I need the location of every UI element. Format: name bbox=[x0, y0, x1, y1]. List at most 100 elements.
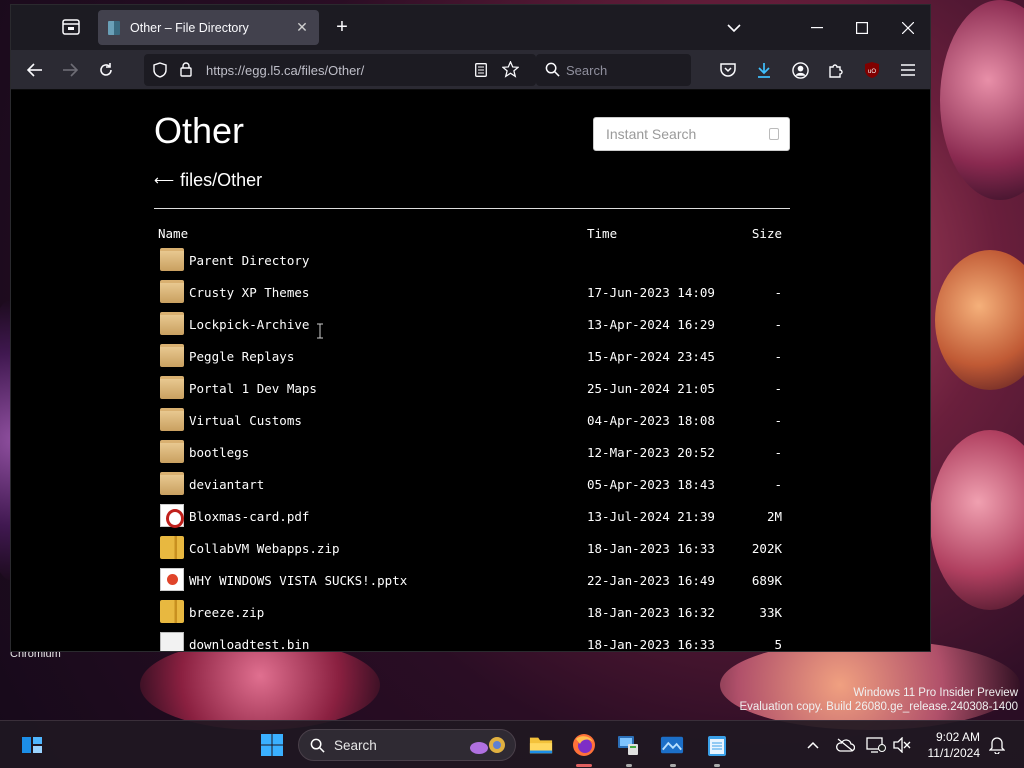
chevron-up-icon bbox=[807, 741, 819, 749]
ublock-origin-button[interactable]: uO bbox=[860, 58, 884, 82]
arrow-left-icon bbox=[27, 63, 42, 77]
running-app-indicator bbox=[714, 764, 720, 767]
tab-close-icon[interactable]: ✕ bbox=[295, 19, 309, 36]
firefox-view-icon bbox=[62, 19, 80, 35]
photos-taskbar-button[interactable] bbox=[660, 733, 684, 757]
file-size: - bbox=[774, 477, 782, 492]
address-bar[interactable]: https://egg.l5.ca/files/Other/ bbox=[144, 54, 536, 86]
breadcrumb-path[interactable]: files/Other bbox=[180, 170, 262, 191]
onedrive-button[interactable] bbox=[833, 733, 857, 757]
column-header-time[interactable]: Time bbox=[587, 226, 617, 241]
widgets-button[interactable] bbox=[20, 733, 44, 757]
file-name-link[interactable]: Virtual Customs bbox=[189, 413, 302, 428]
downloads-button[interactable] bbox=[752, 58, 776, 82]
file-row[interactable]: Portal 1 Dev Maps 25-Jun-2024 21:05 - bbox=[154, 372, 790, 404]
file-name-link[interactable]: Peggle Replays bbox=[189, 349, 294, 364]
file-row[interactable]: Peggle Replays 15-Apr-2024 23:45 - bbox=[154, 340, 790, 372]
file-time: 18-Jan-2023 16:32 bbox=[587, 605, 715, 620]
file-row[interactable]: downloadtest.bin 18-Jan-2023 16:33 5 bbox=[154, 628, 790, 651]
reader-view-icon[interactable] bbox=[475, 63, 487, 77]
file-name-link[interactable]: deviantart bbox=[189, 477, 264, 492]
file-row[interactable]: breeze.zip 18-Jan-2023 16:32 33K bbox=[154, 596, 790, 628]
app-taskbar-button[interactable] bbox=[616, 733, 640, 757]
new-tab-button[interactable]: + bbox=[331, 16, 353, 38]
file-name-link[interactable]: WHY WINDOWS VISTA SUCKS!.pptx bbox=[189, 573, 407, 588]
bookmark-star-icon[interactable] bbox=[502, 61, 519, 78]
file-name-link[interactable]: bootlegs bbox=[189, 445, 249, 460]
show-hidden-icons-button[interactable] bbox=[801, 733, 825, 757]
instant-search-box[interactable] bbox=[593, 117, 790, 151]
file-time: 13-Apr-2024 16:29 bbox=[587, 317, 715, 332]
list-all-tabs-button[interactable] bbox=[721, 15, 747, 41]
maximize-button[interactable] bbox=[849, 15, 875, 41]
reload-button[interactable] bbox=[94, 58, 118, 82]
back-button[interactable] bbox=[23, 58, 47, 82]
column-header-size[interactable]: Size bbox=[752, 226, 782, 241]
wallpaper-shape bbox=[935, 250, 1024, 390]
url-text[interactable]: https://egg.l5.ca/files/Other/ bbox=[206, 63, 364, 78]
arrow-right-icon bbox=[63, 63, 78, 77]
text-cursor-icon bbox=[317, 323, 323, 339]
file-name-link[interactable]: Portal 1 Dev Maps bbox=[189, 381, 317, 396]
search-placeholder: Search bbox=[566, 63, 608, 78]
close-window-button[interactable] bbox=[895, 15, 921, 41]
menu-button[interactable] bbox=[896, 58, 920, 82]
file-name-link[interactable]: breeze.zip bbox=[189, 605, 264, 620]
file-name-link[interactable]: Crusty XP Themes bbox=[189, 285, 309, 300]
firefox-view-button[interactable] bbox=[59, 15, 83, 39]
file-time: 22-Jan-2023 16:49 bbox=[587, 573, 715, 588]
file-row[interactable]: Crusty XP Themes 17-Jun-2023 14:09 - bbox=[154, 276, 790, 308]
firefox-taskbar-button[interactable] bbox=[572, 733, 596, 757]
file-row[interactable]: Lockpick-Archive 13-Apr-2024 16:29 - bbox=[154, 308, 790, 340]
extensions-button[interactable] bbox=[824, 58, 848, 82]
file-name-link[interactable]: Lockpick-Archive bbox=[189, 317, 309, 332]
shield-icon[interactable] bbox=[153, 62, 167, 78]
file-name-link[interactable]: downloadtest.bin bbox=[189, 637, 309, 651]
file-name-link[interactable]: Bloxmas-card.pdf bbox=[189, 509, 309, 524]
forward-button[interactable] bbox=[58, 58, 82, 82]
file-row[interactable]: WHY WINDOWS VISTA SUCKS!.pptx 22-Jan-2023… bbox=[154, 564, 790, 596]
cloud-offline-icon bbox=[836, 738, 855, 752]
notifications-button[interactable] bbox=[985, 733, 1009, 757]
active-app-indicator bbox=[576, 764, 592, 767]
instant-search-input[interactable] bbox=[594, 118, 764, 150]
start-button[interactable] bbox=[260, 733, 284, 757]
tab-bar: Other – File Directory ✕ + bbox=[11, 5, 930, 50]
account-icon bbox=[791, 61, 809, 79]
folder-icon bbox=[160, 280, 184, 303]
file-row[interactable]: bootlegs 12-Mar-2023 20:52 - bbox=[154, 436, 790, 468]
notepad-taskbar-button[interactable] bbox=[705, 733, 729, 757]
file-time: 18-Jan-2023 16:33 bbox=[587, 637, 715, 651]
image-icon bbox=[660, 736, 684, 754]
maximize-icon bbox=[856, 22, 868, 34]
file-row[interactable]: deviantart 05-Apr-2023 18:43 - bbox=[154, 468, 790, 500]
close-icon bbox=[902, 22, 914, 34]
breadcrumb[interactable]: ⟵ files/Other bbox=[154, 170, 262, 191]
minimize-button[interactable] bbox=[804, 15, 830, 41]
account-button[interactable] bbox=[788, 58, 812, 82]
file-explorer-taskbar-button[interactable] bbox=[529, 733, 553, 757]
file-row[interactable]: CollabVM Webapps.zip 18-Jan-2023 16:33 202… bbox=[154, 532, 790, 564]
file-name-link[interactable]: Parent Directory bbox=[189, 253, 309, 268]
taskbar-search[interactable]: Search bbox=[298, 729, 516, 761]
running-app-indicator bbox=[626, 764, 632, 767]
file-name-link[interactable]: CollabVM Webapps.zip bbox=[189, 541, 340, 556]
download-icon bbox=[758, 63, 770, 78]
puzzle-icon bbox=[829, 64, 843, 78]
file-size: 689K bbox=[751, 573, 782, 588]
web-search-box[interactable]: Search bbox=[536, 54, 691, 86]
pocket-button[interactable] bbox=[716, 58, 740, 82]
chevron-down-icon bbox=[727, 23, 741, 32]
lock-icon[interactable] bbox=[180, 62, 192, 77]
file-row[interactable]: Virtual Customs 04-Apr-2023 18:08 - bbox=[154, 404, 790, 436]
network-button[interactable] bbox=[864, 733, 888, 757]
column-header-name[interactable]: Name bbox=[158, 226, 188, 241]
file-row[interactable]: Parent Directory bbox=[154, 244, 790, 276]
wallpaper-shape bbox=[940, 0, 1024, 200]
tab-active[interactable]: Other – File Directory ✕ bbox=[98, 10, 319, 45]
bin-file-icon bbox=[160, 632, 184, 651]
system-clock[interactable]: 9:02 AM 11/1/2024 bbox=[928, 729, 981, 761]
volume-button[interactable] bbox=[890, 733, 914, 757]
file-size: 2M bbox=[766, 509, 782, 524]
file-row[interactable]: Bloxmas-card.pdf 13-Jul-2024 21:39 2M bbox=[154, 500, 790, 532]
